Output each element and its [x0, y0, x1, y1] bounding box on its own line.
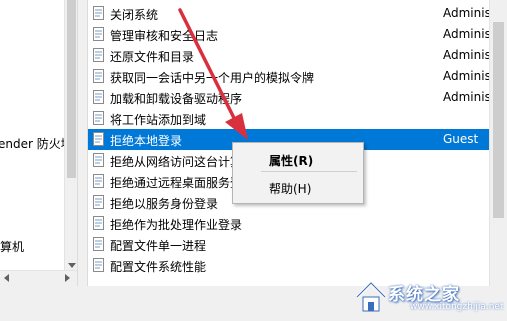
policy-document-icon — [93, 216, 104, 230]
watermark-url: www.xitongzhijia.net — [410, 302, 504, 312]
policy-name: 管理审核和安全日志 — [110, 29, 219, 43]
tree-item-computer[interactable]: 算机 — [0, 238, 24, 255]
policy-name: 将工作站添加到域 — [110, 113, 207, 127]
policy-row[interactable]: 还原文件和目录 Administrat — [88, 45, 489, 66]
policy-name: 拒绝以服务身份登录 — [110, 197, 219, 211]
policy-document-icon — [93, 6, 104, 20]
policy-name: 拒绝本地登录 — [110, 134, 183, 148]
list-scrollbar-thumb[interactable] — [493, 22, 504, 218]
menu-item-properties-label: 属性(R) — [269, 154, 314, 168]
scroll-right-arrow-icon[interactable] — [65, 274, 70, 282]
watermark-logo: 系统之家 www.xitongzhijia.net — [354, 275, 504, 319]
policy-document-icon — [93, 258, 104, 272]
policy-name: 配置文件系统性能 — [110, 260, 207, 274]
menu-item-properties[interactable]: 属性(R) — [233, 148, 363, 170]
policy-name: 加载和卸载设备驱动程序 — [110, 92, 243, 106]
policy-security-setting: Administrat — [443, 27, 489, 41]
tree-item-defender-firewall[interactable]: ender 防火墙 — [0, 135, 73, 152]
policy-name: 拒绝作为批处理作业登录 — [110, 218, 243, 232]
policy-row[interactable]: 将工作站添加到域 — [88, 108, 489, 129]
policy-row[interactable]: 获取同一会话中另一个用户的模拟令牌 Administrat — [88, 66, 489, 87]
policy-row[interactable]: 管理审核和安全日志 Administrat — [88, 24, 489, 45]
policy-name: 配置文件单一进程 — [110, 239, 207, 253]
pane-splitter[interactable] — [77, 0, 88, 321]
context-menu: 属性(R) 帮助(H) — [232, 142, 364, 204]
policy-security-setting: Guest — [443, 132, 479, 146]
list-vertical-scrollbar[interactable] — [489, 0, 507, 286]
policy-row[interactable]: 加载和卸载设备驱动程序 Administrat — [88, 87, 489, 108]
policy-name: 关闭系统 — [110, 8, 159, 22]
menu-item-help[interactable]: 帮助(H) — [233, 176, 363, 198]
policy-document-icon — [93, 111, 104, 125]
policy-document-icon — [93, 27, 104, 41]
tree-vertical-scrollbar[interactable] — [64, 0, 78, 270]
policy-document-icon — [93, 69, 104, 83]
scroll-left-arrow-icon[interactable] — [4, 274, 9, 282]
policy-document-icon — [93, 90, 104, 104]
policy-row[interactable]: 拒绝作为批处理作业登录 — [88, 213, 489, 234]
policy-row[interactable]: 配置文件单一进程 — [88, 234, 489, 255]
watermark-house-icon — [355, 280, 387, 312]
policy-document-icon — [93, 48, 104, 62]
policy-document-icon — [93, 153, 104, 167]
policy-security-setting: Administrat — [443, 6, 489, 20]
policy-name: 还原文件和目录 — [110, 50, 195, 64]
policy-row[interactable]: 关闭系统 Administrat — [88, 3, 489, 24]
policy-security-setting: Administrat — [443, 69, 489, 83]
menu-item-help-label: 帮助(H) — [269, 182, 312, 196]
policy-row[interactable]: 配置文件系统性能 — [88, 255, 489, 276]
policy-name: 获取同一会话中另一个用户的模拟令牌 — [110, 71, 315, 85]
policy-document-icon — [93, 195, 104, 209]
policy-document-icon — [93, 237, 104, 251]
scroll-down-arrow-icon[interactable] — [68, 263, 76, 268]
policy-security-setting: Administrat — [443, 48, 489, 62]
policy-document-icon — [93, 132, 104, 146]
tree-horizontal-scrollbar[interactable] — [0, 270, 77, 286]
menu-separator — [261, 171, 357, 172]
tree-scrollbar-thumb[interactable] — [67, 0, 76, 178]
policy-document-icon — [93, 174, 104, 188]
policy-security-setting: Administrat — [443, 90, 489, 104]
